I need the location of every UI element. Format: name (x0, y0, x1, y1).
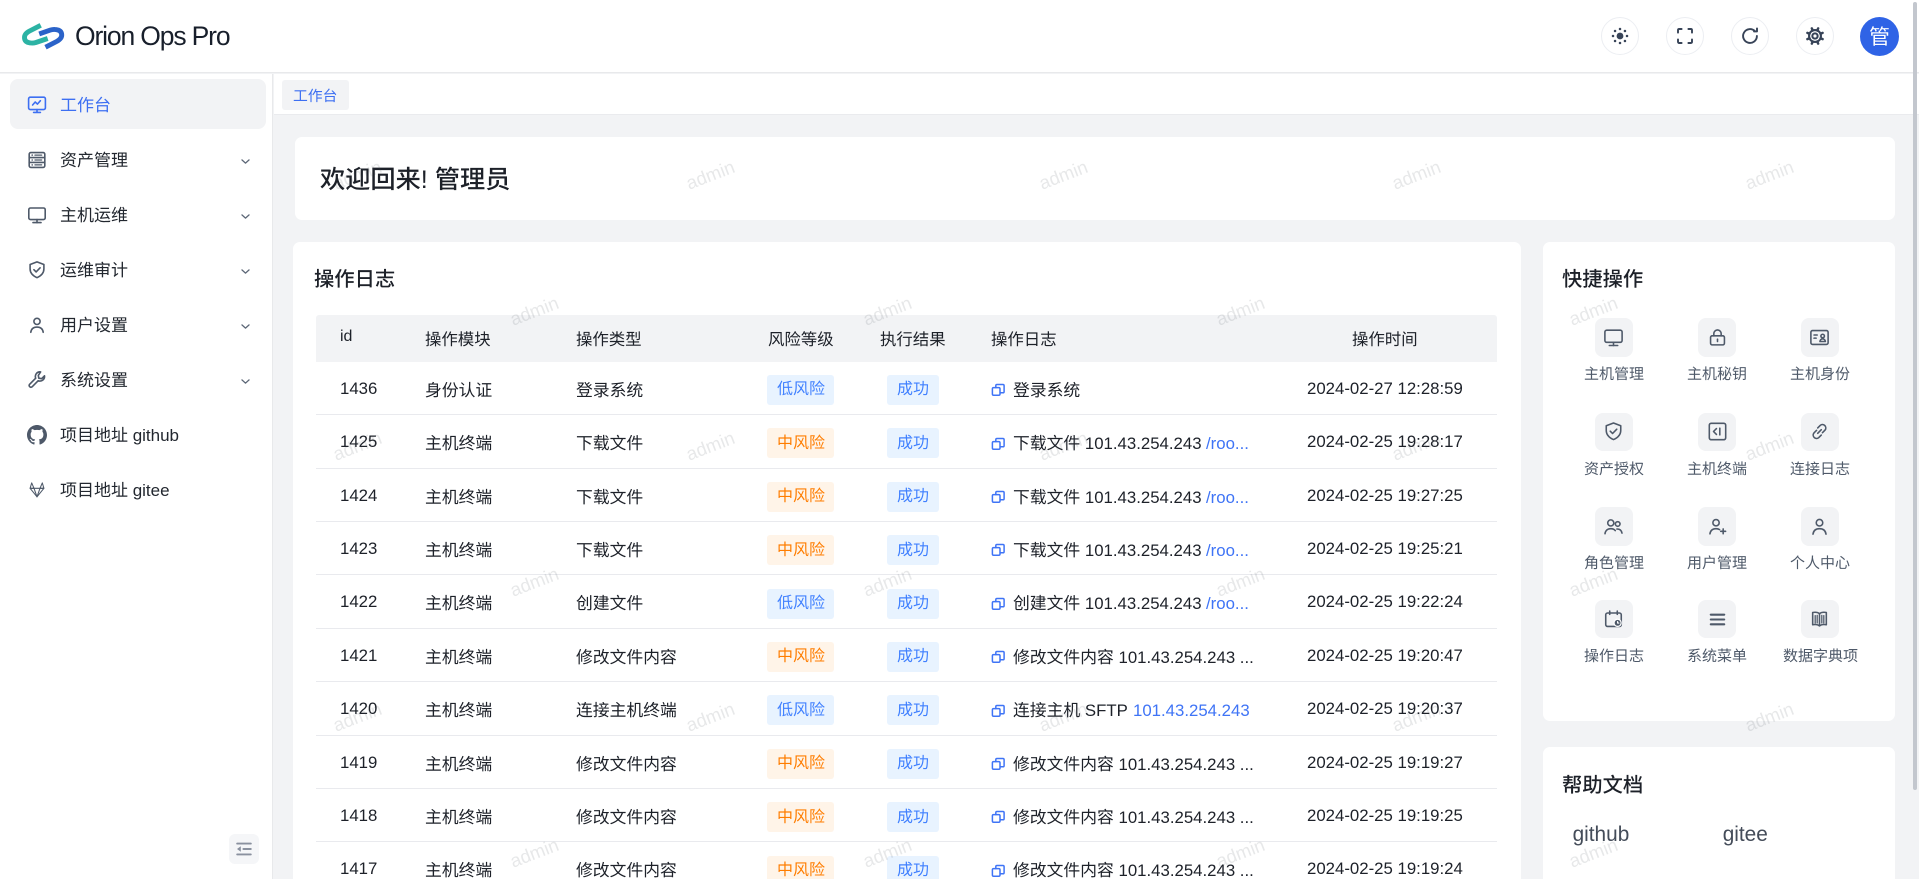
svg-text:101.43.254.243 ...: 101.43.254.243 ... (1119, 755, 1254, 774)
svg-text:101.43.254.243 ...: 101.43.254.243 ... (1119, 648, 1254, 667)
svg-text:gitee: gitee (133, 481, 170, 500)
svg-text:!: ! (420, 166, 427, 194)
svg-text:101.43.254.243 ...: 101.43.254.243 ... (1119, 808, 1254, 827)
svg-text:SFTP: SFTP (1085, 701, 1128, 720)
svg-text:/roo...: /roo... (1206, 488, 1249, 507)
svg-text:github: github (133, 426, 179, 445)
svg-text:101.43.254.243: 101.43.254.243 (1085, 541, 1202, 560)
svg-text:/roo...: /roo... (1206, 541, 1249, 560)
svg-text:101.43.254.243: 101.43.254.243 (1085, 434, 1202, 453)
svg-text:101.43.254.243: 101.43.254.243 (1133, 701, 1250, 720)
svg-text:101.43.254.243: 101.43.254.243 (1085, 594, 1202, 613)
svg-text:101.43.254.243 ...: 101.43.254.243 ... (1119, 861, 1254, 879)
svg-text:101.43.254.243: 101.43.254.243 (1085, 488, 1202, 507)
svg-text:/roo...: /roo... (1206, 594, 1249, 613)
svg-text:/roo...: /roo... (1206, 434, 1249, 453)
